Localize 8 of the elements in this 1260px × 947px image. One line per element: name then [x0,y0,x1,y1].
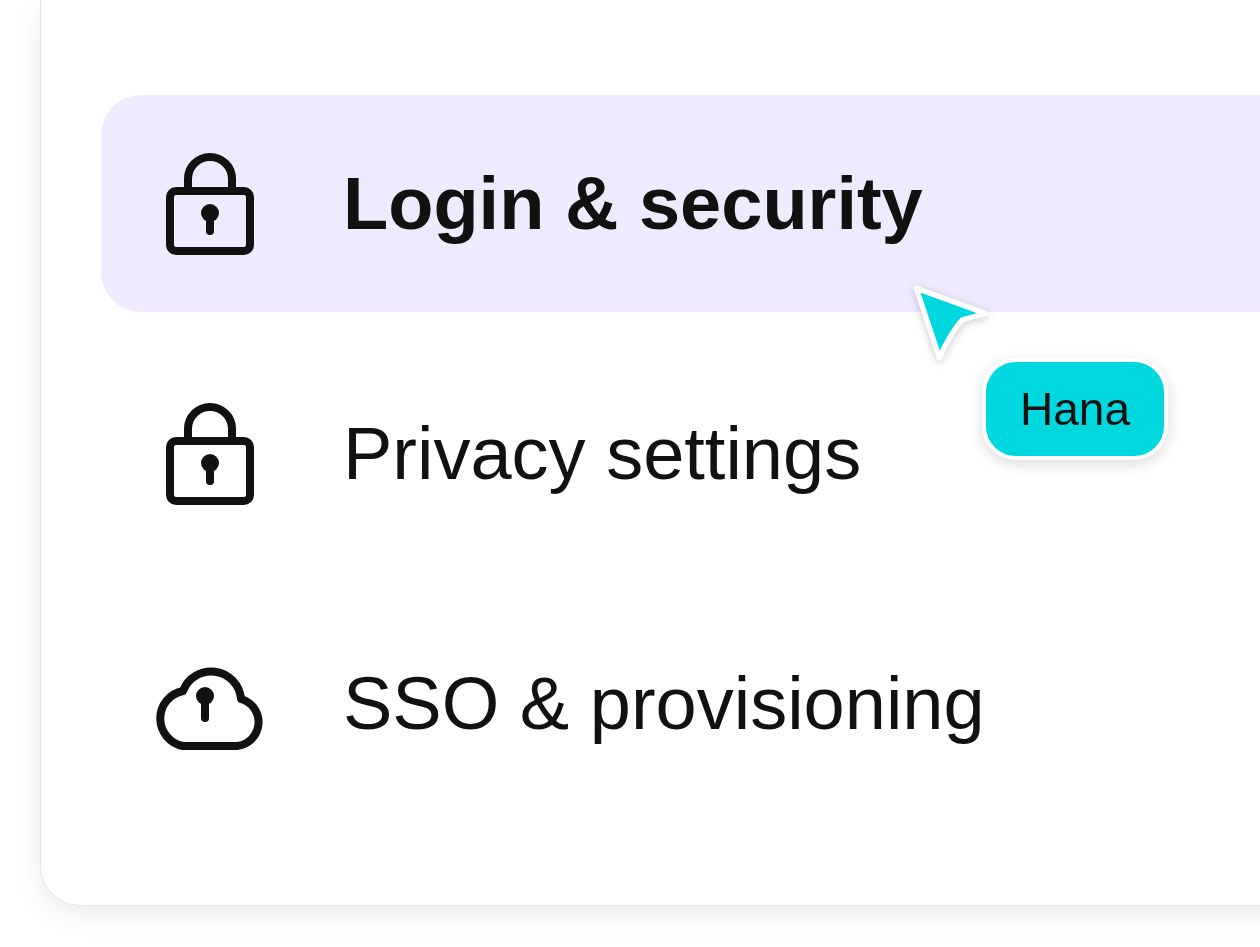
menu-item[interactable]: Login & security [101,95,1260,312]
menu-item-label: SSO & provisioning [343,661,985,746]
menu-item[interactable]: Privacy settings [101,345,882,562]
menu-item[interactable]: SSO & provisioning [101,595,1005,812]
menu-item-label: Privacy settings [343,411,862,496]
lock-icon [166,152,254,255]
lock-icon [166,402,254,505]
menu-item-label: Login & security [343,161,923,246]
